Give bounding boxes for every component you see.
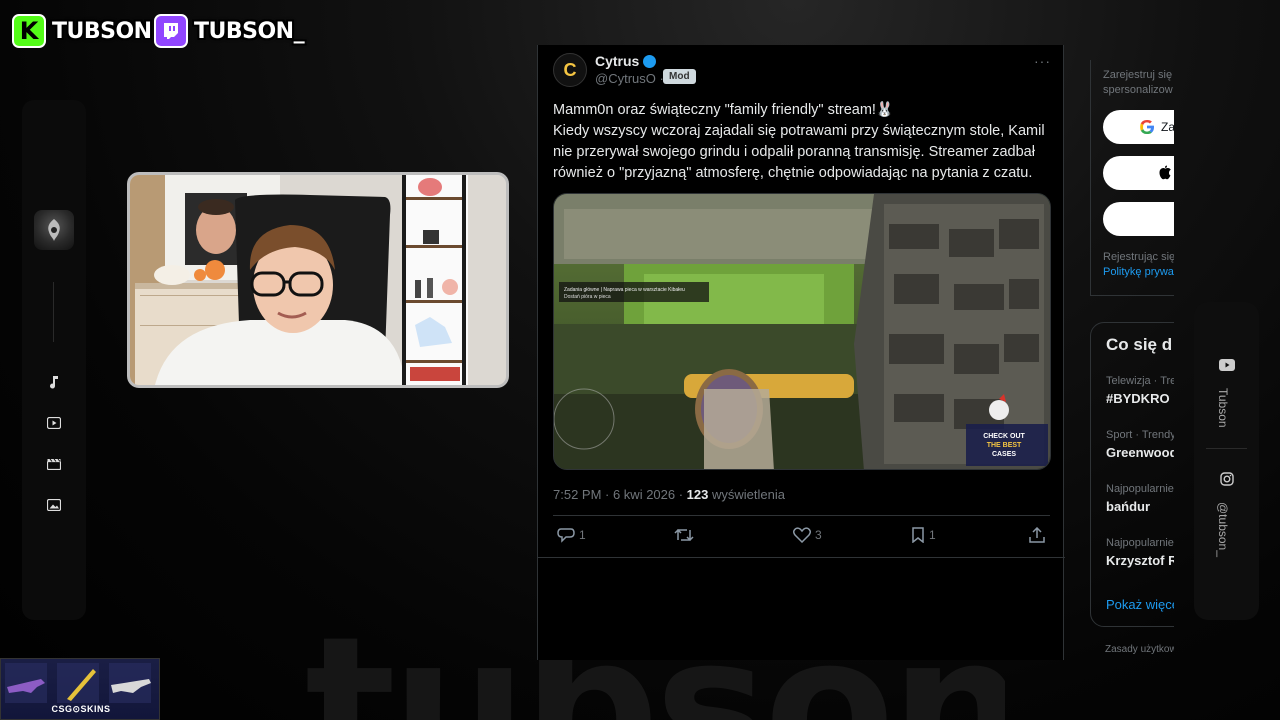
author-name-row[interactable]: Cytrus [595, 53, 657, 69]
media-hud-subtitle: Dostań pióra w pieca [564, 294, 611, 300]
trend-category: Najpopularnie [1106, 537, 1174, 549]
music-note-icon[interactable] [44, 372, 64, 392]
signup-text: Zarejestruj się spersonalizow [1103, 68, 1174, 98]
apple-icon [1159, 165, 1171, 183]
apple-signup-button[interactable]: Z [1103, 156, 1174, 190]
csgo-skins-ad[interactable]: CSG⊙SKINS [0, 658, 160, 720]
google-icon [1139, 119, 1155, 138]
trends-title: Co się d [1106, 335, 1173, 354]
twitch-channel-name: TUBSON_ [194, 18, 305, 44]
terms-link[interactable]: Zasady użytkow [1105, 644, 1174, 655]
kick-logo-icon: K [12, 14, 46, 48]
media-ad-line2: THE BEST [987, 442, 1022, 449]
signup-box: Zarejestruj się spersonalizow Za Z Rejes… [1090, 60, 1174, 296]
trend-category: Najpopularnie [1106, 483, 1174, 495]
tweet-text: Mamm0n oraz świąteczny "family friendly"… [553, 100, 1053, 184]
bookmark-icon [912, 527, 924, 543]
tweet-view-count: 123 [686, 487, 709, 502]
author-handle[interactable]: @CytrusO [595, 71, 656, 86]
share-icon [1029, 527, 1045, 543]
mod-badge: Mod [663, 69, 696, 84]
tweet-views-label: wyświetlenia [708, 487, 785, 502]
kick-badge: K TUBSON [12, 12, 152, 50]
retweet-icon [674, 528, 694, 542]
author-handle-row: @CytrusO · [595, 71, 664, 86]
media-ad-line3: CASES [992, 451, 1016, 458]
like-count: 3 [815, 528, 822, 542]
twitch-badge: TUBSON_ [154, 12, 305, 50]
tweet-actions: 1 3 1 [553, 527, 1050, 549]
reply-button[interactable]: 1 [557, 527, 586, 543]
privacy-policy-link[interactable]: Politykę prywa [1103, 265, 1174, 280]
trend-title: bańdur [1106, 499, 1151, 514]
signup-line1: Zarejestruj się [1103, 69, 1173, 81]
socials-divider [1206, 448, 1247, 449]
share-button[interactable] [1029, 527, 1045, 543]
right-sidebar: Zarejestruj się spersonalizow Za Z Rejes… [1090, 60, 1174, 660]
trend-title: Greenwood [1106, 445, 1174, 460]
heart-icon [793, 527, 811, 543]
create-account-button[interactable] [1103, 202, 1174, 236]
image-icon[interactable] [44, 495, 64, 515]
webcam-feed [127, 172, 509, 388]
instagram-handle-label[interactable]: @tubson_ [1216, 502, 1230, 557]
tweet-media-image[interactable]: Zadania główne | Naprawa pieca w warszta… [553, 193, 1051, 470]
socials-panel: Tubson @tubson_ [1194, 302, 1259, 620]
trend-item[interactable]: Najpopularnie bańdur [1106, 483, 1174, 514]
tweet-timestamp[interactable]: 7:52 PM · 6 kwi 2026 · [553, 487, 687, 502]
youtube-icon[interactable] [1218, 356, 1236, 374]
play-icon[interactable] [44, 413, 64, 433]
retweet-button[interactable] [674, 527, 698, 543]
tweet-text-line2: Kiedy wszyscy wczoraj zajadali się potra… [553, 123, 1045, 181]
trend-item[interactable]: Sport · Trendy Greenwood [1106, 429, 1174, 460]
trends-box: Co się d Telewizja · Tre #BYDKRO Sport ·… [1090, 322, 1174, 627]
tweet-bottom-divider [538, 557, 1065, 558]
instagram-icon[interactable] [1218, 470, 1236, 488]
trend-item[interactable]: Telewizja · Tre #BYDKRO [1106, 375, 1174, 406]
more-options-icon[interactable]: ··· [1034, 53, 1051, 69]
reply-count: 1 [579, 528, 586, 542]
actions-divider [553, 515, 1050, 516]
youtube-channel-label[interactable]: Tubson [1216, 388, 1230, 428]
clapper-icon[interactable] [44, 454, 64, 474]
google-signup-button[interactable]: Za [1103, 110, 1174, 144]
bookmark-button[interactable]: 1 [911, 527, 936, 543]
signup-line2: spersonalizow [1103, 84, 1173, 96]
trend-title: Krzysztof R [1106, 553, 1174, 568]
trend-item[interactable]: Najpopularnie Krzysztof R [1106, 537, 1174, 568]
tweet-text-line1: Mamm0n oraz świąteczny "family friendly"… [553, 102, 894, 118]
bookmark-count: 1 [929, 528, 936, 542]
author-avatar[interactable]: C [553, 53, 587, 87]
sidebar-divider [53, 282, 54, 342]
kick-channel-name: TUBSON [52, 18, 152, 44]
google-signup-label: Za [1161, 120, 1174, 134]
reply-icon [557, 528, 575, 543]
verified-badge-icon [643, 54, 657, 68]
show-more-link[interactable]: Pokaż więce [1106, 597, 1174, 612]
author-name[interactable]: Cytrus [595, 53, 639, 69]
csgo-skins-ad-label: CSG⊙SKINS [51, 704, 111, 714]
trend-category: Telewizja · Tre [1106, 375, 1174, 387]
left-sidebar [22, 100, 86, 620]
media-hud-title: Zadania główne | Naprawa pieca w warszta… [564, 287, 685, 293]
trend-title: #BYDKRO [1106, 391, 1170, 406]
tweet-panel: C Cytrus @CytrusO · Mod ··· Mamm0n oraz … [537, 45, 1065, 660]
channel-avatar[interactable] [34, 210, 74, 250]
twitch-icon [154, 14, 188, 48]
legal-line1: Rejestrując się [1103, 251, 1174, 263]
media-ad-line1: CHECK OUT [983, 433, 1025, 440]
like-button[interactable]: 3 [793, 527, 822, 543]
tweet-meta: 7:52 PM · 6 kwi 2026 · 123 wyświetlenia [553, 487, 785, 502]
signup-legal: Rejestrując się Politykę prywa [1103, 250, 1174, 280]
trend-category: Sport · Trendy [1106, 429, 1174, 441]
